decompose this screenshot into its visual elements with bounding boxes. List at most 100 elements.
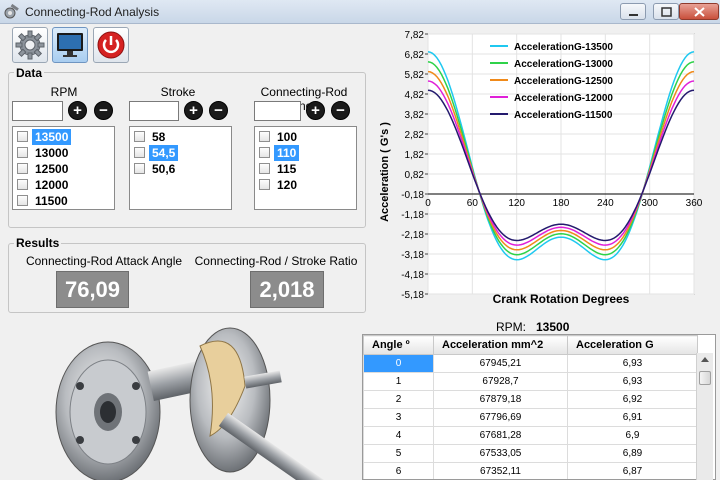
maximize-button[interactable] xyxy=(653,3,679,20)
table-cell[interactable]: 6 xyxy=(363,462,434,479)
rod-length-list-item[interactable]: 100 xyxy=(257,129,355,145)
rpm-list-item[interactable]: 12500 xyxy=(15,161,113,177)
table-scrollbar[interactable] xyxy=(696,353,713,480)
rod-length-list[interactable]: 100 110 115 120 xyxy=(254,126,357,210)
rpm-add-button[interactable]: + xyxy=(68,101,87,120)
legend-entry: AccelerationG-12000 xyxy=(514,93,613,104)
rpm-list-item[interactable]: 13500 xyxy=(15,129,113,145)
stroke-list-item[interactable]: 54,5 xyxy=(132,145,230,161)
table-cell[interactable]: 6,92 xyxy=(567,390,698,409)
table-cell[interactable]: 4 xyxy=(363,426,434,445)
checkbox[interactable] xyxy=(17,131,28,142)
checkbox[interactable] xyxy=(134,147,145,158)
table-row[interactable]: 3 67796,69 6,91 xyxy=(363,408,698,427)
table-cell[interactable]: 0 xyxy=(363,354,434,373)
column-header-acceleration-mm[interactable]: Acceleration mm^2 xyxy=(433,335,568,355)
checkbox[interactable] xyxy=(17,179,28,190)
table-cell[interactable]: 67928,7 xyxy=(433,372,568,391)
stroke-column-label: Stroke xyxy=(160,85,196,99)
stroke-item-label: 50,6 xyxy=(152,162,176,176)
checkbox[interactable] xyxy=(134,163,145,174)
rpm-item-label: 11500 xyxy=(35,194,68,208)
checkbox[interactable] xyxy=(17,147,28,158)
table-cell[interactable]: 6,91 xyxy=(567,408,698,427)
table-row[interactable]: 6 67352,11 6,87 xyxy=(363,462,698,479)
column-header-acceleration-g[interactable]: Acceleration G xyxy=(567,335,698,355)
rpm-item-label: 12000 xyxy=(35,178,69,192)
table-row[interactable]: 0 67945,21 6,93 xyxy=(363,354,698,373)
x-tick-label: 120 xyxy=(508,198,525,209)
y-tick-label: 2,82 xyxy=(405,130,425,141)
y-axis-label: Acceleration ( G's ) xyxy=(379,122,391,222)
table-cell[interactable]: 3 xyxy=(363,408,434,427)
x-tick-label: 60 xyxy=(467,198,479,209)
display-button[interactable] xyxy=(52,27,88,63)
scroll-up-arrow-icon[interactable] xyxy=(701,357,709,362)
checkbox[interactable] xyxy=(259,131,270,142)
minimize-button[interactable] xyxy=(620,3,646,20)
y-tick-label: 5,82 xyxy=(405,70,425,81)
power-button[interactable] xyxy=(93,27,129,63)
stroke-list-item[interactable]: 50,6 xyxy=(132,161,230,177)
close-button[interactable] xyxy=(679,3,719,20)
column-header-angle[interactable]: Angle º xyxy=(363,335,434,355)
rpm-selection-label: RPM: xyxy=(496,320,526,334)
acceleration-table[interactable]: Angle º Acceleration mm^2 Acceleration G… xyxy=(362,334,716,480)
settings-button[interactable] xyxy=(12,27,48,63)
window-title: Connecting-Rod Analysis xyxy=(25,5,160,19)
y-tick-label: -4,18 xyxy=(401,270,424,281)
checkbox[interactable] xyxy=(259,163,270,174)
rpm-list-item[interactable]: 13000 xyxy=(15,145,113,161)
table-cell[interactable]: 67945,21 xyxy=(433,354,568,373)
table-cell[interactable]: 1 xyxy=(363,372,434,391)
y-tick-label: -2,18 xyxy=(401,230,424,241)
table-cell[interactable]: 6,9 xyxy=(567,426,698,445)
table-cell[interactable]: 67681,28 xyxy=(433,426,568,445)
table-cell[interactable]: 6,93 xyxy=(567,354,698,373)
rpm-selection-value: 13500 xyxy=(536,320,570,334)
rpm-list[interactable]: 13500 13000 12500 12000 11500 xyxy=(12,126,115,210)
y-tick-label: 4,82 xyxy=(405,90,425,101)
stroke-list[interactable]: 58 54,5 50,6 xyxy=(129,126,232,210)
x-tick-label: 360 xyxy=(686,198,703,209)
stroke-add-button[interactable]: + xyxy=(184,101,203,120)
table-cell[interactable]: 67533,05 xyxy=(433,444,568,463)
rpm-item-label: 12500 xyxy=(35,162,69,176)
stroke-remove-button[interactable]: − xyxy=(209,101,228,120)
y-tick-label: 1,82 xyxy=(405,150,425,161)
rpm-list-item[interactable]: 12000 xyxy=(15,177,113,193)
checkbox[interactable] xyxy=(259,179,270,190)
rpm-input[interactable] xyxy=(12,101,63,121)
checkbox[interactable] xyxy=(259,147,270,158)
table-row[interactable]: 5 67533,05 6,89 xyxy=(363,444,698,463)
table-cell[interactable]: 5 xyxy=(363,444,434,463)
checkbox[interactable] xyxy=(17,195,28,206)
table-row[interactable]: 1 67928,7 6,93 xyxy=(363,372,698,391)
rod-length-list-item[interactable]: 115 xyxy=(257,161,355,177)
rod-length-input[interactable] xyxy=(254,101,301,121)
rpm-remove-button[interactable]: − xyxy=(94,101,113,120)
table-row[interactable]: 4 67681,28 6,9 xyxy=(363,426,698,445)
table-cell[interactable]: 67352,11 xyxy=(433,462,568,479)
table-cell[interactable]: 6,87 xyxy=(567,462,698,479)
stroke-list-item[interactable]: 58 xyxy=(132,129,230,145)
rod-length-list-item[interactable]: 110 xyxy=(257,145,355,161)
rod-length-add-button[interactable]: + xyxy=(306,101,325,120)
attack-angle-label: Connecting-Rod Attack Angle xyxy=(25,254,183,268)
table-cell[interactable]: 6,93 xyxy=(567,372,698,391)
rod-length-remove-button[interactable]: − xyxy=(331,101,350,120)
scroll-thumb[interactable] xyxy=(699,371,711,385)
rod-length-list-item[interactable]: 120 xyxy=(257,177,355,193)
table-cell[interactable]: 67796,69 xyxy=(433,408,568,427)
table-cell[interactable]: 67879,18 xyxy=(433,390,568,409)
rod-length-item-label: 120 xyxy=(277,178,298,192)
table-cell[interactable]: 2 xyxy=(363,390,434,409)
rpm-list-item[interactable]: 11500 xyxy=(15,193,113,209)
table-row[interactable]: 2 67879,18 6,92 xyxy=(363,390,698,409)
checkbox[interactable] xyxy=(17,163,28,174)
checkbox[interactable] xyxy=(134,131,145,142)
table-cell[interactable]: 6,89 xyxy=(567,444,698,463)
results-group-legend: Results xyxy=(14,236,62,250)
stroke-input[interactable] xyxy=(129,101,179,121)
x-tick-label: 0 xyxy=(425,198,431,209)
